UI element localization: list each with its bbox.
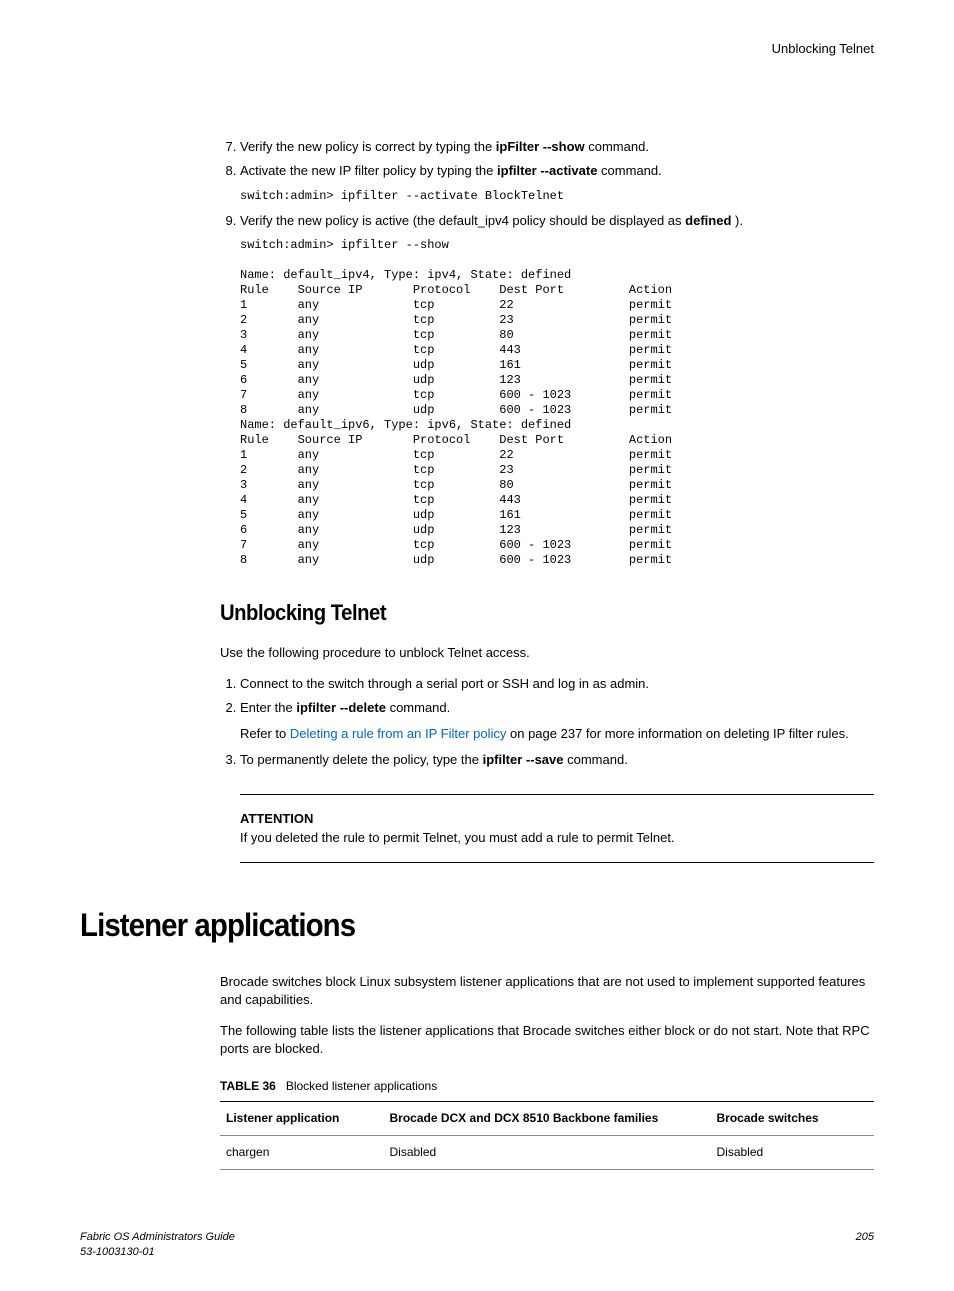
main-content: Verify the new policy is correct by typi…	[220, 138, 874, 863]
procedure-list-continued-2: Verify the new policy is active (the def…	[220, 212, 874, 230]
step-text: To permanently delete the policy, type t…	[240, 752, 483, 767]
step-text: Verify the new policy is active (the def…	[240, 213, 685, 228]
attention-label: ATTENTION	[240, 810, 874, 828]
step-8: Activate the new IP filter policy by typ…	[240, 162, 874, 180]
intro-paragraph: Use the following procedure to unblock T…	[220, 644, 874, 662]
table-row: chargen Disabled Disabled	[220, 1136, 874, 1170]
cmd: ipFilter --show	[496, 139, 585, 154]
listener-content: Brocade switches block Linux subsystem l…	[220, 973, 874, 1170]
footer-guide-title: Fabric OS Administrators Guide	[80, 1230, 235, 1245]
table-label: TABLE 36	[220, 1079, 276, 1093]
attention-rule-top	[240, 794, 874, 795]
cmd: ipfilter --activate	[497, 163, 597, 178]
td-switches: Disabled	[711, 1136, 875, 1170]
td-backbone: Disabled	[384, 1136, 711, 1170]
unblock-procedure-list: Connect to the switch through a serial p…	[220, 675, 874, 770]
code-block-show: switch:admin> ipfilter --show Name: defa…	[240, 238, 874, 568]
step-text: Enter the	[240, 700, 296, 715]
cmd: ipfilter --save	[483, 752, 564, 767]
footer-page-number: 205	[856, 1230, 874, 1261]
step-text: Verify the new policy is correct by typi…	[240, 139, 496, 154]
table-header-row: Listener application Brocade DCX and DCX…	[220, 1102, 874, 1136]
th-switches: Brocade switches	[711, 1102, 875, 1136]
section-heading-listener: Listener applications	[80, 903, 810, 948]
blocked-listener-table: Listener application Brocade DCX and DCX…	[220, 1101, 874, 1170]
step-text: ).	[731, 213, 743, 228]
listener-p2: The following table lists the listener a…	[220, 1022, 874, 1058]
step-text: command.	[585, 139, 649, 154]
table-title: Blocked listener applications	[286, 1079, 437, 1093]
step-9: Verify the new policy is active (the def…	[240, 212, 874, 230]
th-backbone: Brocade DCX and DCX 8510 Backbone famili…	[384, 1102, 711, 1136]
procedure-list-continued: Verify the new policy is correct by typi…	[220, 138, 874, 180]
cross-reference-link[interactable]: Deleting a rule from an IP Filter policy	[290, 726, 507, 741]
refer-text: Refer to	[240, 726, 290, 741]
cmd: defined	[685, 213, 731, 228]
code-block-activate: switch:admin> ipfilter --activate BlockT…	[240, 189, 874, 204]
attention-block: ATTENTION If you deleted the rule to per…	[240, 810, 874, 846]
refer-paragraph: Refer to Deleting a rule from an IP Filt…	[240, 725, 874, 743]
refer-text: on page 237 for more information on dele…	[506, 726, 848, 741]
listener-p1: Brocade switches block Linux subsystem l…	[220, 973, 874, 1009]
footer-doc-number: 53-1003130-01	[80, 1245, 235, 1260]
table-caption: TABLE 36 Blocked listener applications	[220, 1078, 874, 1095]
step-text: command.	[597, 163, 661, 178]
attention-rule-bottom	[240, 862, 874, 863]
step-text: command.	[564, 752, 628, 767]
cmd: ipfilter --delete	[296, 700, 386, 715]
th-app: Listener application	[220, 1102, 384, 1136]
section-heading-unblocking: Unblocking Telnet	[220, 598, 822, 629]
page-header-topic: Unblocking Telnet	[80, 40, 874, 58]
step-7: Verify the new policy is correct by typi…	[240, 138, 874, 156]
unblock-step-2: Enter the ipfilter --delete command. Ref…	[240, 699, 874, 743]
unblock-step-3: To permanently delete the policy, type t…	[240, 751, 874, 769]
step-text: Activate the new IP filter policy by typ…	[240, 163, 497, 178]
attention-text: If you deleted the rule to permit Telnet…	[240, 829, 874, 847]
td-app: chargen	[220, 1136, 384, 1170]
step-text: command.	[386, 700, 450, 715]
page-footer: Fabric OS Administrators Guide 53-100313…	[80, 1230, 874, 1261]
unblock-step-1: Connect to the switch through a serial p…	[240, 675, 874, 693]
footer-left: Fabric OS Administrators Guide 53-100313…	[80, 1230, 235, 1261]
